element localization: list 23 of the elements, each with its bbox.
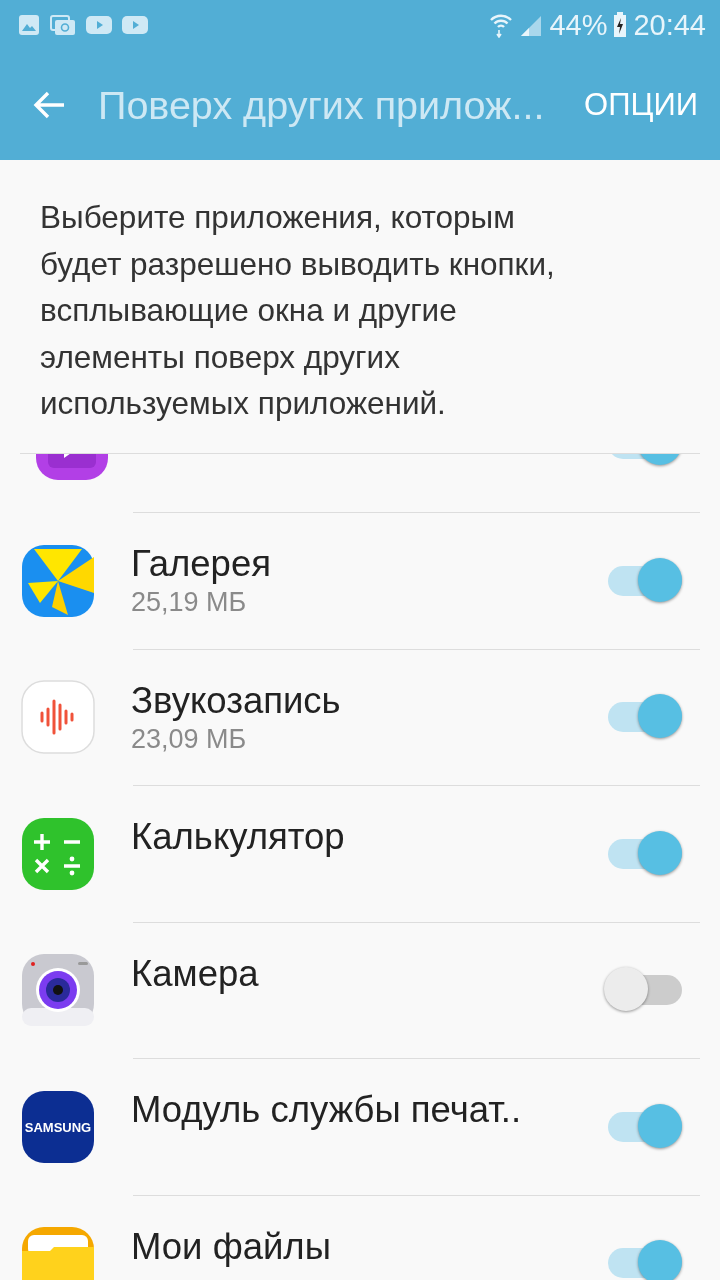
description-text: Выберите приложения, которым будет разрешено выводить кнопки, всплывающие окна и другие элементы поверх других используемых приложений.: [39, 198, 556, 423]
app-size: 25,19 МБ: [131, 587, 248, 618]
brand-app-icon: SAMSUNG: [20, 1088, 96, 1165]
screen-title: Поверх других прилож...: [98, 82, 546, 128]
options-button[interactable]: ОПЦИИ: [584, 87, 698, 123]
app-name: Калькулятор: [131, 816, 346, 858]
flower-app-icon: [20, 542, 96, 619]
battery-percent: 44%: [549, 8, 608, 42]
app-size: 23,09 МБ: [131, 723, 248, 755]
battery-charging-icon: [613, 12, 628, 38]
calculator-app-icon: [20, 815, 96, 892]
app-name: Камера: [131, 952, 260, 995]
wifi-icon: [489, 12, 514, 38]
camera-app-icon: [20, 952, 96, 1029]
play-icon: [86, 15, 112, 35]
app-name: Галерея: [131, 543, 272, 585]
play-icon: [122, 15, 148, 35]
clock: 20:44: [633, 8, 706, 42]
app-name: Мои файлы: [131, 1225, 332, 1268]
sound-wave-app-icon: [20, 679, 96, 756]
app-name: Модуль службы печат..: [131, 1089, 523, 1131]
app-name: Звукозапись: [131, 679, 342, 722]
image-icon: [18, 14, 40, 36]
